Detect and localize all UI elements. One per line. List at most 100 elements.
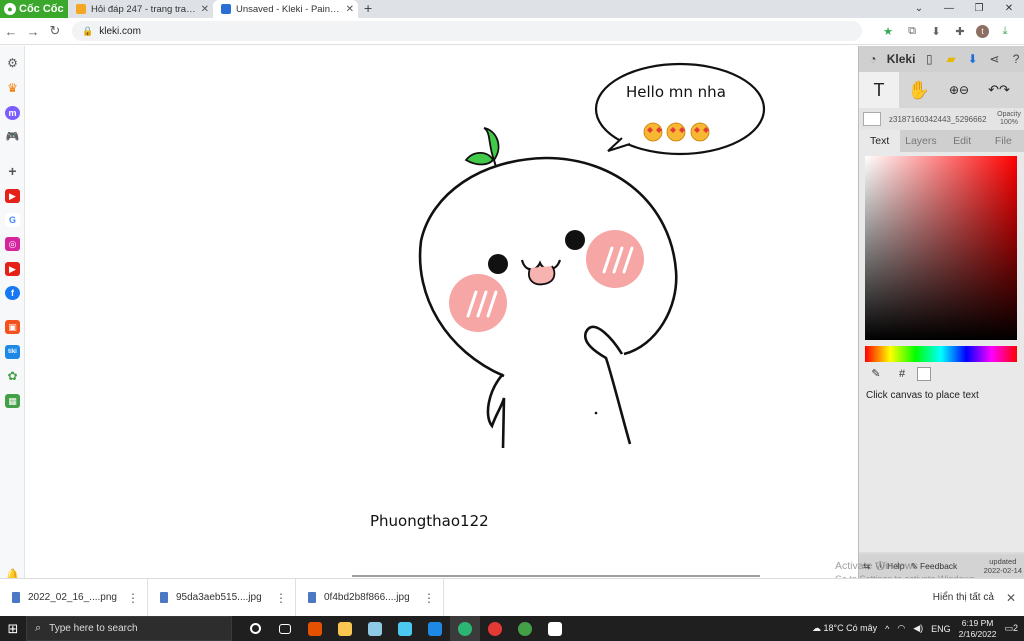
coccoc-icon[interactable] bbox=[510, 616, 540, 641]
address-toolbar: ← → ↻ 🔒 kleki.com ★ ⧉ ⬇ ✚ t ⤓ bbox=[0, 18, 1024, 45]
language-indicator[interactable]: ENG bbox=[931, 624, 951, 634]
download-item[interactable]: 2022_02_16_....png ⋮ bbox=[0, 578, 148, 617]
map-pin-icon[interactable]: ✿ bbox=[5, 369, 20, 383]
add-sidebar-item-icon[interactable]: + bbox=[5, 164, 20, 178]
store-icon[interactable] bbox=[390, 616, 420, 641]
download-item[interactable]: 0f4bd2b8f866....jpg ⋮ bbox=[296, 578, 444, 617]
browser-brand[interactable]: ● Cốc Cốc bbox=[0, 0, 68, 18]
browser-tab-bar: ● Cốc Cốc Hỏi đáp 247 - trang tra loi ✕ … bbox=[0, 0, 1024, 18]
kleki-logo-icon: ◔ bbox=[869, 52, 877, 66]
wifi-icon[interactable]: ◠ bbox=[897, 623, 905, 634]
tiki-icon[interactable]: tiki bbox=[5, 345, 20, 359]
game-icon[interactable]: 🎮 bbox=[5, 130, 20, 144]
right-eye bbox=[565, 230, 585, 250]
settings-gear-icon[interactable]: ⚙ bbox=[5, 56, 20, 70]
text-tool-button[interactable]: T bbox=[859, 72, 899, 108]
google-icon[interactable]: G bbox=[5, 213, 20, 227]
eyedropper-icon[interactable]: ✎ bbox=[865, 366, 887, 382]
clock[interactable]: 6:19 PM 2/16/2022 bbox=[959, 618, 997, 640]
sticky-app-icon[interactable] bbox=[360, 616, 390, 641]
share-icon[interactable]: ⋖ bbox=[987, 52, 1003, 66]
browser-sidebar: ⚙ ♛ m 🎮 + ▶ G ◎ ▶ f ▣ tiki ✿ ▦ 🔔 ⋯ bbox=[0, 46, 25, 616]
address-bar[interactable]: 🔒 kleki.com bbox=[72, 21, 862, 41]
extension-icon[interactable]: ⧉ bbox=[904, 25, 920, 38]
bookmark-star-icon[interactable]: ★ bbox=[880, 25, 896, 38]
canvas-scrollbar[interactable] bbox=[352, 575, 760, 577]
hand-tool-icon[interactable]: ✋ bbox=[899, 72, 939, 108]
color-tools-row: ✎ # bbox=[865, 366, 931, 382]
weather-widget[interactable]: ☁ 18°C Có mây bbox=[812, 623, 877, 634]
current-layer-row[interactable]: z3187160342443_5296662 Opacity 100% bbox=[859, 108, 1024, 130]
speech-bubble: Hello mn nha bbox=[594, 62, 766, 156]
url-text: kleki.com bbox=[99, 25, 141, 37]
tray-overflow-icon[interactable]: ^ bbox=[885, 624, 889, 634]
extension-icons: ★ ⧉ ⬇ ✚ t ⤓ bbox=[880, 24, 1013, 38]
file-explorer-icon[interactable] bbox=[330, 616, 360, 641]
hex-input-button[interactable]: # bbox=[891, 366, 913, 382]
volume-icon[interactable]: ◀) bbox=[913, 623, 923, 634]
reload-icon[interactable]: ↻ bbox=[44, 23, 66, 39]
youtube-icon[interactable]: ▶ bbox=[5, 189, 20, 203]
cortana-icon[interactable] bbox=[240, 616, 270, 641]
download-manager-icon[interactable]: ⤓ bbox=[997, 25, 1013, 38]
taskbar-search[interactable]: ⌕ Type here to search bbox=[26, 616, 232, 641]
tab-edit[interactable]: Edit bbox=[942, 130, 983, 152]
zoom-in-out-icon[interactable]: ⊕⊖ bbox=[939, 72, 979, 108]
document-icon[interactable] bbox=[540, 616, 570, 641]
color-saturation-picker[interactable] bbox=[865, 156, 1017, 340]
kleki-app-name: Kleki bbox=[886, 52, 916, 66]
tab-file[interactable]: File bbox=[983, 130, 1024, 152]
back-icon[interactable]: ← bbox=[0, 24, 22, 39]
more-options-icon[interactable]: ⋮ bbox=[127, 591, 139, 605]
hue-slider[interactable] bbox=[865, 346, 1017, 362]
tab-search-icon[interactable]: ⌄ bbox=[904, 0, 934, 18]
save-download-icon[interactable]: ⬇ bbox=[965, 52, 981, 66]
more-options-icon[interactable]: ⋮ bbox=[423, 591, 435, 605]
sheet-icon[interactable]: ▦ bbox=[5, 394, 20, 408]
tab-kleki[interactable]: Unsaved - Kleki - Paint Tool ✕ bbox=[213, 0, 358, 18]
download-icon[interactable]: ⬇ bbox=[928, 25, 944, 38]
download-item[interactable]: 95da3aeb515....jpg ⋮ bbox=[148, 578, 296, 617]
chrome-icon[interactable] bbox=[480, 616, 510, 641]
layer-opacity[interactable]: Opacity 100% bbox=[994, 111, 1024, 127]
edge-icon[interactable] bbox=[450, 616, 480, 641]
restore-icon[interactable]: ❐ bbox=[964, 0, 994, 18]
tab-layers[interactable]: Layers bbox=[900, 130, 941, 152]
tab-title: Unsaved - Kleki - Paint Tool bbox=[236, 3, 342, 15]
notification-center-icon[interactable]: ▭2 bbox=[1004, 623, 1018, 634]
show-all-downloads-link[interactable]: Hiển thị tất cả bbox=[933, 592, 994, 603]
open-folder-icon[interactable]: ▰ bbox=[943, 52, 959, 66]
close-tab-icon[interactable]: ✕ bbox=[346, 4, 354, 15]
shopping-icon[interactable]: ▣ bbox=[5, 320, 20, 334]
image-file-icon bbox=[308, 592, 316, 603]
windows-start-icon[interactable]: ⊞ bbox=[0, 621, 26, 637]
current-color-swatch[interactable] bbox=[917, 367, 931, 381]
messenger-icon[interactable]: m bbox=[5, 106, 20, 120]
kleki-side-panel: ◔ Kleki ▯ ▰ ⬇ ⋖ ? T ✋ ⊕⊖ ↶↷ z31871603424… bbox=[858, 46, 1024, 578]
close-downloads-icon[interactable]: ✕ bbox=[1006, 591, 1016, 605]
new-tab-button[interactable]: + bbox=[358, 0, 378, 18]
tab-text[interactable]: Text bbox=[859, 130, 901, 152]
canvas-drawing: Hello mn nha Phuongthao122 bbox=[370, 62, 766, 530]
drawing-canvas[interactable]: Hello mn nha Phuongthao122 bbox=[26, 46, 858, 578]
task-view-icon[interactable] bbox=[270, 616, 300, 641]
puzzle-icon[interactable]: ✚ bbox=[952, 25, 968, 38]
left-eye bbox=[488, 254, 508, 274]
new-file-icon[interactable]: ▯ bbox=[921, 52, 937, 66]
close-tab-icon[interactable]: ✕ bbox=[201, 4, 209, 15]
profile-avatar-icon[interactable]: t bbox=[976, 24, 989, 38]
close-window-icon[interactable]: ✕ bbox=[994, 0, 1024, 18]
youtube-icon[interactable]: ▶ bbox=[5, 262, 20, 276]
crown-icon[interactable]: ♛ bbox=[5, 81, 20, 95]
tab-hoidap[interactable]: Hỏi đáp 247 - trang tra loi ✕ bbox=[68, 0, 213, 18]
mail-icon[interactable] bbox=[420, 616, 450, 641]
minimize-icon[interactable]: — bbox=[934, 0, 964, 18]
facebook-icon[interactable]: f bbox=[5, 286, 20, 300]
help-icon[interactable]: ? bbox=[1008, 52, 1024, 66]
instagram-icon[interactable]: ◎ bbox=[5, 237, 20, 251]
more-options-icon[interactable]: ⋮ bbox=[275, 591, 287, 605]
forward-icon[interactable]: → bbox=[22, 24, 44, 39]
security-app-icon[interactable] bbox=[300, 616, 330, 641]
undo-redo-icon[interactable]: ↶↷ bbox=[979, 72, 1019, 108]
taskbar-apps bbox=[240, 616, 570, 641]
